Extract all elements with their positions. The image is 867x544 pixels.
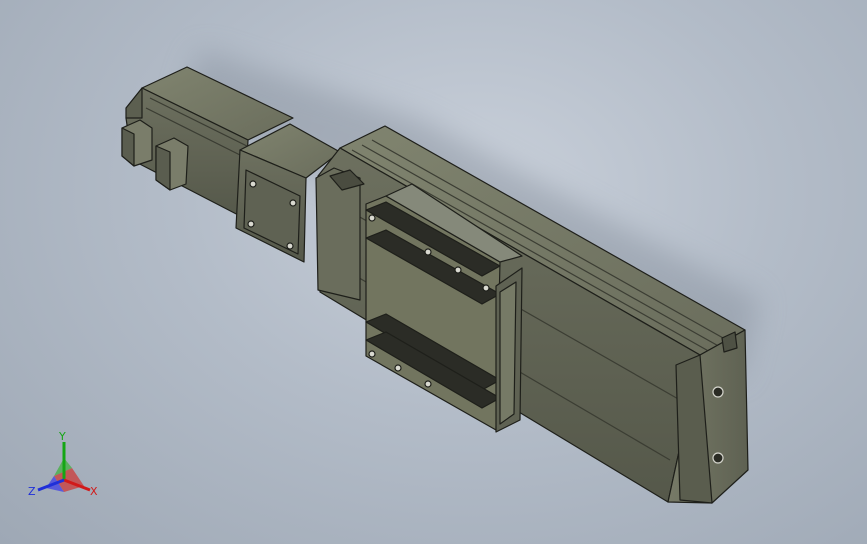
cad-viewport[interactable] <box>0 0 867 544</box>
motor-connector-1 <box>121 119 153 167</box>
x-axis-label: X <box>90 485 98 498</box>
axis-triad: Y X Z <box>28 430 98 498</box>
y-axis-label: Y <box>58 430 66 443</box>
motor-connector-2 <box>155 137 189 191</box>
z-axis-label: Z <box>28 485 36 498</box>
